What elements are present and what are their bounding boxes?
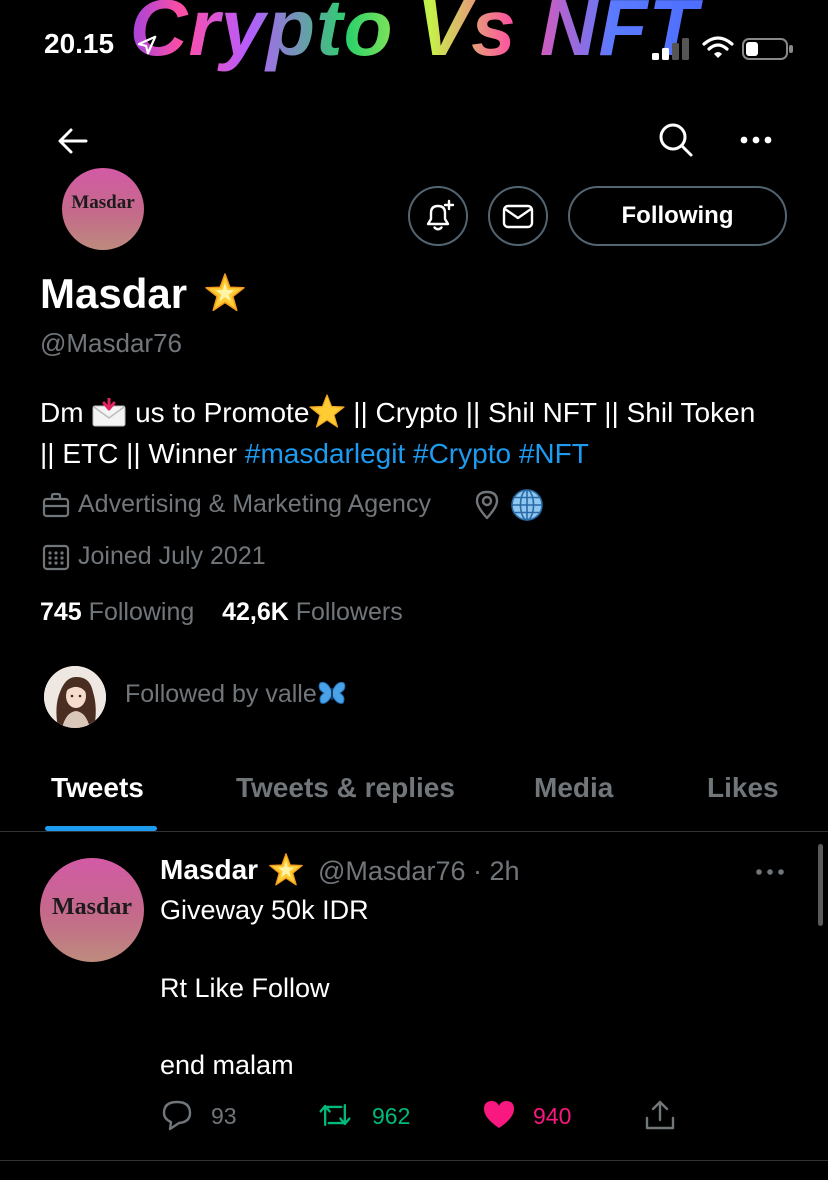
follower-avatar-image xyxy=(44,666,106,728)
followed-by-label: Followed by valle xyxy=(125,680,317,708)
tweet-divider xyxy=(0,1160,828,1161)
battery-icon xyxy=(742,38,793,60)
profile-name: Masdar xyxy=(40,270,188,317)
notifications-bell-button[interactable] xyxy=(408,186,468,246)
mail-icon xyxy=(502,204,534,229)
tweet-text-line: Rt Like Follow xyxy=(160,973,330,1003)
status-time: 20.15 xyxy=(44,28,115,59)
hashtag-link[interactable]: #masdarlegit xyxy=(245,438,405,469)
tab-media[interactable]: Media xyxy=(534,772,613,804)
star-emoji-icon xyxy=(309,394,346,428)
incoming-envelope-emoji-icon xyxy=(92,398,126,427)
scrollbar[interactable] xyxy=(818,844,823,926)
location-arrow-icon xyxy=(137,35,157,55)
share-icon[interactable] xyxy=(643,1098,677,1132)
avatar-text: Masdar xyxy=(52,894,132,920)
tweet-handle-time: @Masdar76 · 2h xyxy=(318,856,520,886)
back-arrow-icon[interactable] xyxy=(56,124,90,158)
hashtag-link[interactable]: #NFT xyxy=(519,438,589,469)
location-pin-icon xyxy=(475,490,499,520)
tweet-more-icon[interactable] xyxy=(754,864,786,880)
hashtag-link[interactable]: #Crypto xyxy=(413,438,511,469)
like-count: 940 xyxy=(533,1103,572,1129)
following-button[interactable]: Following xyxy=(568,186,787,246)
joined-date: Joined July 2021 xyxy=(78,542,266,570)
glowing-star-emoji-icon xyxy=(269,853,303,886)
tweet-text-line: end malam xyxy=(160,1050,294,1080)
following-count: 745 xyxy=(40,598,82,626)
more-options-icon[interactable] xyxy=(738,124,774,156)
reply-icon[interactable] xyxy=(160,1098,194,1132)
profile-avatar[interactable]: Masdar xyxy=(62,168,144,250)
tweet-text-line: Giveway 50k IDR xyxy=(160,895,369,925)
calendar-icon xyxy=(42,544,70,571)
tab-likes[interactable]: Likes xyxy=(707,772,779,804)
cellular-signal-icon xyxy=(652,38,689,60)
following-stat-link[interactable]: 745 Following xyxy=(40,598,194,626)
globe-emoji-icon xyxy=(511,489,543,521)
bell-plus-icon xyxy=(426,199,455,231)
tab-tweets[interactable]: Tweets xyxy=(51,772,144,804)
bio-text-2: us to Promote xyxy=(127,397,310,428)
followers-count: 42,6K xyxy=(222,598,289,626)
avatar-text: Masdar xyxy=(71,192,135,213)
wifi-icon xyxy=(702,36,734,58)
retweet-count: 962 xyxy=(372,1103,411,1129)
search-icon[interactable] xyxy=(656,120,694,158)
butterfly-emoji-icon xyxy=(318,681,346,704)
briefcase-icon xyxy=(42,492,70,518)
tab-tweets-and-replies[interactable]: Tweets & replies xyxy=(236,772,455,804)
message-button[interactable] xyxy=(488,186,548,246)
tweet-author-avatar[interactable]: Masdar xyxy=(40,858,144,962)
reply-count: 93 xyxy=(211,1103,237,1129)
followers-label: Followers xyxy=(295,598,403,626)
profile-bio: Dm us to Promote || Crypto || Shil NFT |… xyxy=(40,392,760,474)
follow-stats: 745 Following 42,6K Followers xyxy=(40,598,403,627)
retweet-icon[interactable] xyxy=(318,1098,352,1132)
follower-avatar[interactable] xyxy=(44,666,106,728)
followed-by-text[interactable]: Followed by valle xyxy=(125,680,347,709)
profile-handle: @Masdar76 xyxy=(40,328,183,358)
glowing-star-emoji-icon xyxy=(205,273,245,312)
following-label: Following xyxy=(88,598,195,626)
bio-text-1: Dm xyxy=(40,397,92,428)
tabs-divider xyxy=(0,831,828,832)
followers-stat-link[interactable]: 42,6K Followers xyxy=(222,598,403,626)
tweet-author-name[interactable]: Masdar xyxy=(160,854,258,886)
profession-category: Advertising & Marketing Agency xyxy=(78,490,431,518)
like-heart-icon[interactable] xyxy=(482,1098,516,1132)
